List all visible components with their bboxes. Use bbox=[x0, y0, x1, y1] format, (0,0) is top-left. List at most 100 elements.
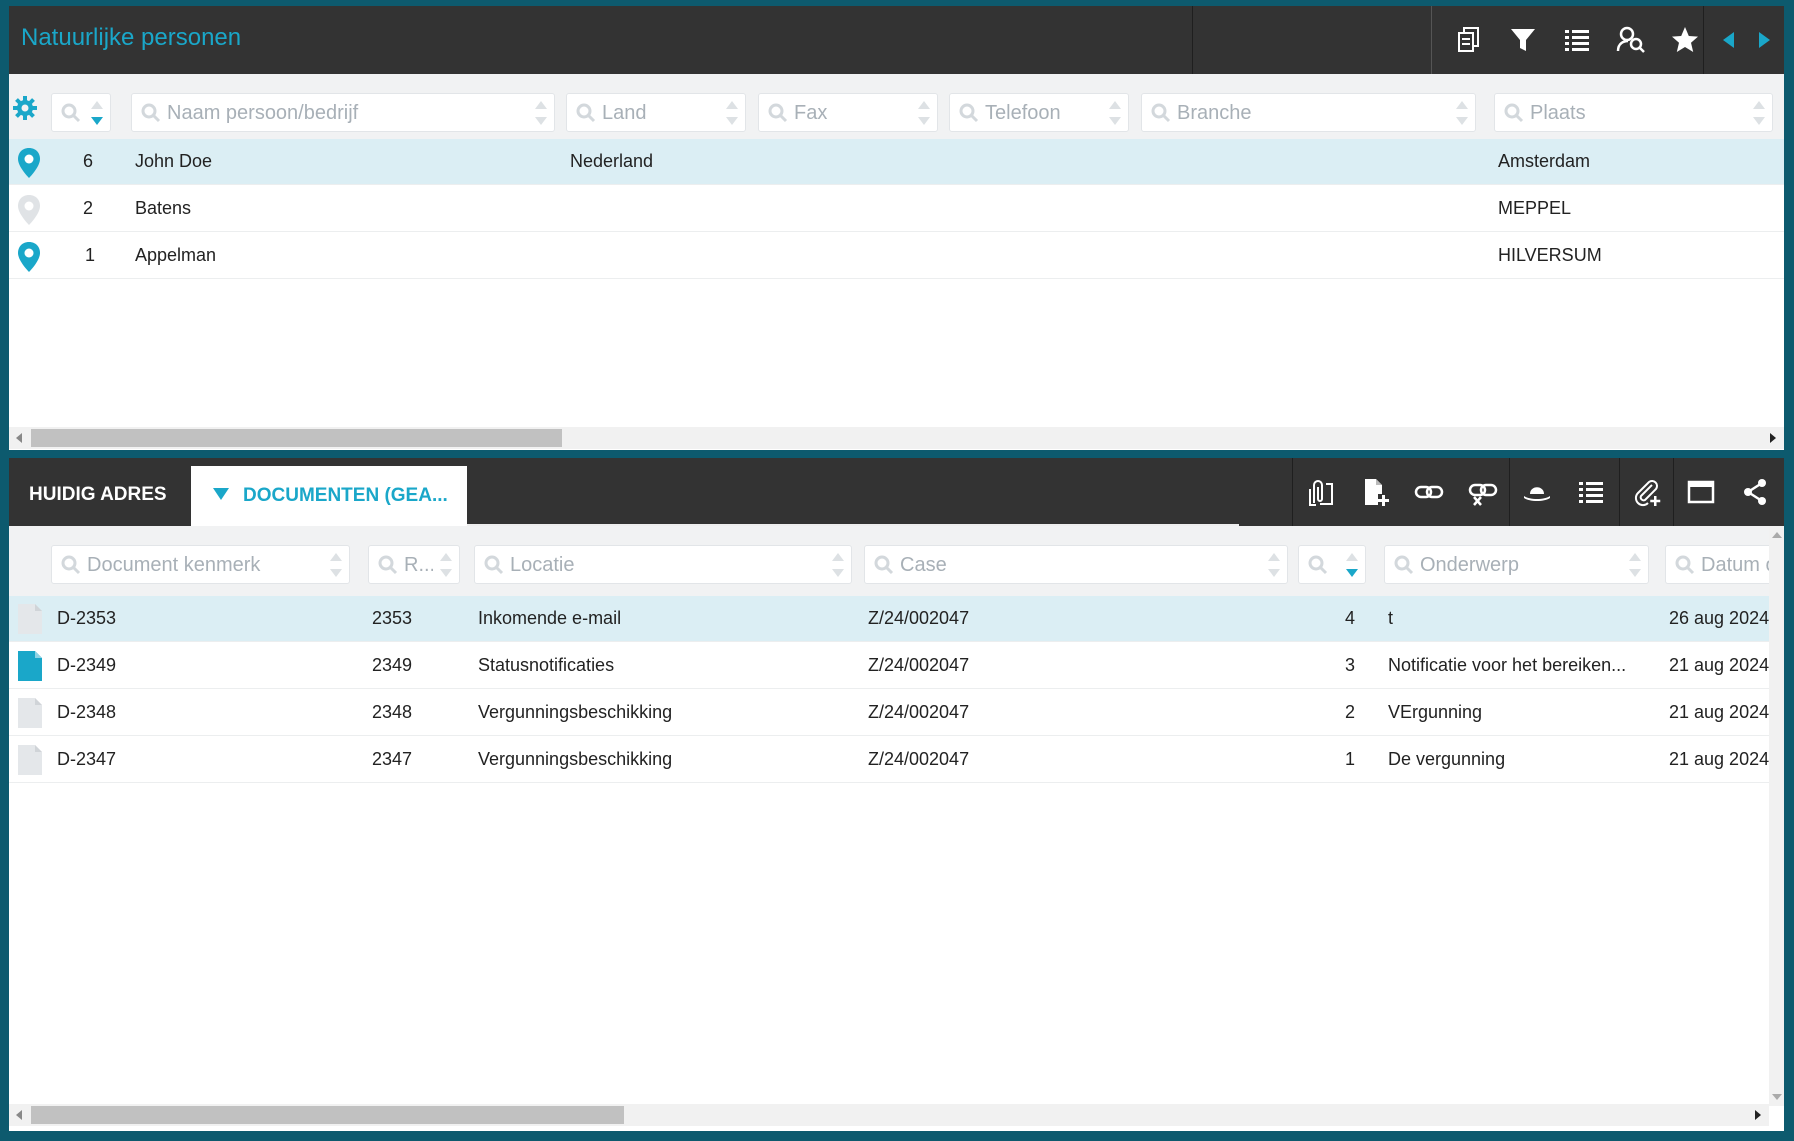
table-row[interactable]: 2 Batens MEPPEL bbox=[9, 186, 1784, 232]
row-id: 2 bbox=[83, 198, 94, 218]
sort-icon[interactable] bbox=[1454, 99, 1470, 127]
attach-add-button[interactable] bbox=[1627, 472, 1667, 512]
branche-filter[interactable]: Branche bbox=[1141, 93, 1476, 132]
search-icon bbox=[141, 103, 161, 123]
gear-icon[interactable] bbox=[11, 94, 39, 122]
scroll-up-arrow[interactable] bbox=[1772, 532, 1782, 538]
branche-filter-placeholder: Branche bbox=[1177, 102, 1252, 124]
scroll-down-arrow[interactable] bbox=[1772, 1094, 1782, 1100]
sort-icon[interactable] bbox=[830, 551, 846, 579]
document-row[interactable]: D-2349 2349 Statusnotificaties Z/24/0020… bbox=[9, 643, 1769, 689]
bottom-header: HUIDIG ADRES DOCUMENTEN (GEA... bbox=[9, 458, 1784, 526]
nr-filter[interactable] bbox=[1298, 545, 1366, 584]
tab-documenten-label: DOCUMENTEN (GEA... bbox=[243, 485, 448, 506]
scroll-right-arrow[interactable] bbox=[1755, 1110, 1761, 1120]
favorite-button[interactable] bbox=[1665, 20, 1705, 60]
sort-icon[interactable] bbox=[1107, 99, 1123, 127]
land-filter[interactable]: Land bbox=[566, 93, 746, 132]
kenmerk-filter-placeholder: Document kenmerk bbox=[87, 554, 261, 576]
document-icon[interactable] bbox=[17, 650, 43, 682]
search-icon bbox=[484, 555, 504, 575]
add-document-button[interactable] bbox=[1355, 472, 1395, 512]
table-row[interactable]: 1 Appelman HILVERSUM bbox=[9, 233, 1784, 279]
scroll-left-arrow[interactable] bbox=[16, 1110, 22, 1120]
list-button[interactable] bbox=[1557, 20, 1597, 60]
row-land: Nederland bbox=[570, 151, 654, 171]
naam-filter[interactable]: Naam persoon/bedrijf bbox=[131, 93, 555, 132]
list-icon bbox=[1579, 482, 1603, 503]
doc-locatie: Statusnotificaties bbox=[478, 655, 615, 675]
window-button[interactable] bbox=[1681, 472, 1721, 512]
top-horizontal-scrollbar[interactable] bbox=[9, 427, 1784, 449]
search-icon bbox=[1675, 555, 1695, 575]
datum-filter[interactable]: Datum o bbox=[1665, 545, 1775, 584]
sort-icon[interactable] bbox=[533, 99, 549, 127]
sort-icon[interactable] bbox=[1266, 551, 1282, 579]
document-row[interactable]: D-2348 2348 Vergunningsbeschikking Z/24/… bbox=[9, 690, 1769, 736]
hat-button[interactable] bbox=[1517, 472, 1557, 512]
fax-filter-placeholder: Fax bbox=[794, 102, 828, 124]
attach-add-icon bbox=[1634, 480, 1661, 507]
attachments-button[interactable] bbox=[1301, 472, 1341, 512]
document-icon[interactable] bbox=[17, 603, 43, 635]
case-filter[interactable]: Case bbox=[864, 545, 1288, 584]
document-row[interactable]: D-2347 2347 Vergunningsbeschikking Z/24/… bbox=[9, 737, 1769, 783]
scrollbar-thumb[interactable] bbox=[31, 1106, 624, 1124]
sort-icon[interactable] bbox=[724, 99, 740, 127]
document-row[interactable]: D-2353 2353 Inkomende e-mail Z/24/002047… bbox=[9, 596, 1769, 642]
telefoon-filter[interactable]: Telefoon bbox=[949, 93, 1129, 132]
person-search-button[interactable] bbox=[1611, 20, 1651, 60]
window-icon bbox=[1687, 480, 1715, 504]
r-filter[interactable]: R... bbox=[368, 545, 460, 584]
doc-case: Z/24/002047 bbox=[868, 749, 970, 769]
location-pin-icon[interactable] bbox=[17, 241, 41, 273]
filter-button[interactable] bbox=[1503, 20, 1543, 60]
row-naam: John Doe bbox=[135, 151, 213, 171]
sort-icon[interactable] bbox=[1751, 99, 1767, 127]
documents-horizontal-scrollbar[interactable] bbox=[9, 1104, 1769, 1126]
documents-vertical-scrollbar[interactable] bbox=[1769, 526, 1784, 1106]
person-search-icon bbox=[1616, 26, 1645, 53]
location-pin-icon[interactable] bbox=[17, 147, 41, 179]
kenmerk-filter[interactable]: Document kenmerk bbox=[51, 545, 350, 584]
plaats-filter[interactable]: Plaats bbox=[1494, 93, 1773, 132]
datum-filter-placeholder: Datum o bbox=[1701, 554, 1775, 576]
scroll-right-arrow[interactable] bbox=[1770, 433, 1776, 443]
sort-icon[interactable] bbox=[1627, 551, 1643, 579]
unlink-button[interactable] bbox=[1463, 472, 1503, 512]
documents-filter-row: Document kenmerk R... Locatie Case Onder… bbox=[9, 526, 1775, 598]
header-divider bbox=[1619, 458, 1620, 526]
sort-icon[interactable] bbox=[328, 551, 344, 579]
row-id: 1 bbox=[85, 245, 96, 265]
onderwerp-filter[interactable]: Onderwerp bbox=[1384, 545, 1649, 584]
locatie-filter[interactable]: Locatie bbox=[474, 545, 852, 584]
copy-button[interactable] bbox=[1449, 20, 1489, 60]
previous-button[interactable] bbox=[1714, 20, 1744, 60]
sort-desc-icon[interactable] bbox=[1344, 551, 1360, 579]
locatie-filter-placeholder: Locatie bbox=[510, 554, 575, 576]
search-icon bbox=[61, 103, 81, 123]
scroll-left-arrow[interactable] bbox=[16, 433, 22, 443]
sort-icon[interactable] bbox=[916, 99, 932, 127]
id-filter[interactable] bbox=[51, 93, 111, 132]
scrollbar-thumb[interactable] bbox=[31, 429, 562, 447]
tab-documenten[interactable]: DOCUMENTEN (GEA... bbox=[191, 466, 467, 526]
document-icon[interactable] bbox=[17, 697, 43, 729]
next-button[interactable] bbox=[1749, 20, 1779, 60]
doc-onderwerp: Notificatie voor het bereiken... bbox=[1388, 655, 1627, 675]
sort-icon[interactable] bbox=[438, 551, 454, 579]
fax-filter[interactable]: Fax bbox=[758, 93, 938, 132]
document-icon[interactable] bbox=[17, 744, 43, 776]
doc-onderwerp: VErgunning bbox=[1388, 702, 1483, 722]
list-button[interactable] bbox=[1571, 472, 1611, 512]
doc-case: Z/24/002047 bbox=[868, 702, 970, 722]
share-button[interactable] bbox=[1735, 472, 1775, 512]
row-plaats: Amsterdam bbox=[1498, 151, 1591, 171]
tab-huidig-adres[interactable]: HUIDIG ADRES bbox=[29, 484, 167, 506]
doc-locatie: Vergunningsbeschikking bbox=[478, 749, 673, 769]
table-row[interactable]: 6 John Doe Nederland Amsterdam bbox=[9, 139, 1784, 185]
link-button[interactable] bbox=[1409, 472, 1449, 512]
sort-desc-icon[interactable] bbox=[89, 99, 105, 127]
location-pin-icon[interactable] bbox=[17, 194, 41, 226]
doc-nr: 2 bbox=[1345, 702, 1356, 722]
